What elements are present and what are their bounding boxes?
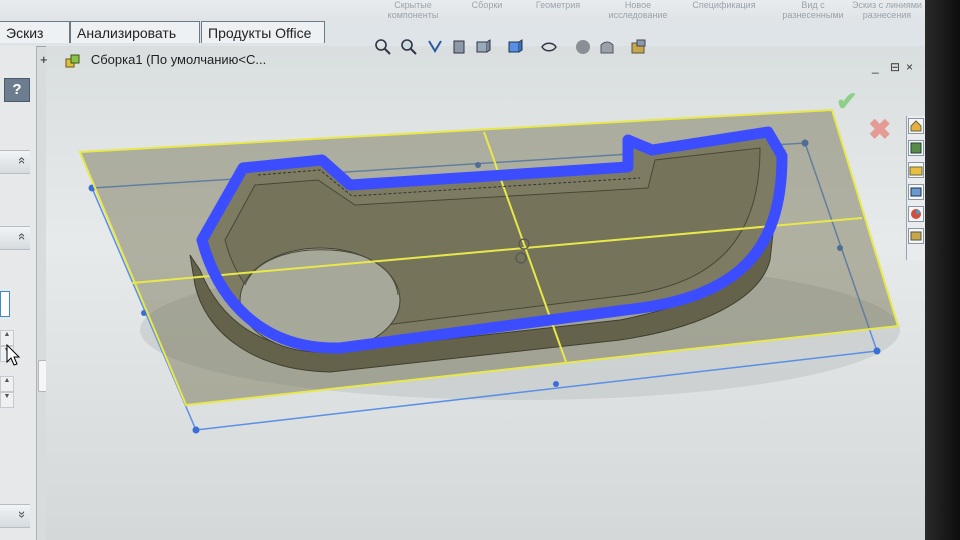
assembly-icon (65, 54, 80, 68)
view-palette-icon[interactable] (908, 184, 924, 200)
view-settings-icon[interactable] (629, 37, 649, 57)
section-view-icon[interactable] (449, 37, 469, 57)
mouse-cursor-icon (6, 344, 21, 366)
expand-toggle[interactable]: + (40, 52, 48, 67)
design-library-icon[interactable] (908, 140, 924, 156)
previous-view-icon[interactable] (425, 37, 445, 57)
handle-point[interactable] (192, 426, 200, 434)
restore-button[interactable]: ⊟ (890, 60, 900, 74)
feature-tree-row[interactable]: + Сборка1 (По умолчанию<С... (40, 50, 266, 70)
appearances-icon[interactable] (908, 206, 924, 222)
model-view[interactable] (0, 0, 925, 540)
monitor-bezel (925, 0, 960, 540)
custom-properties-icon[interactable] (908, 228, 924, 244)
minimize-button[interactable]: _ (872, 60, 879, 74)
task-pane (906, 116, 925, 260)
assembly-name[interactable]: Сборка1 (По умолчанию<С... (91, 52, 266, 67)
hide-show-icon[interactable] (539, 37, 559, 57)
display-style-icon[interactable] (505, 37, 525, 57)
solidworks-resources-icon[interactable] (908, 118, 924, 134)
apply-scene-icon[interactable] (597, 37, 617, 57)
handle-point[interactable] (553, 381, 559, 387)
zoom-to-fit-icon[interactable] (373, 37, 393, 57)
solidworks-window: Скрытые компоненты Сборки Геометрия Ново… (0, 0, 925, 540)
view-orientation-icon[interactable] (473, 37, 493, 57)
file-explorer-icon[interactable] (908, 162, 924, 178)
zoom-area-icon[interactable] (399, 37, 419, 57)
cancel-x-icon[interactable]: ✖ (868, 113, 891, 146)
handle-point[interactable] (873, 347, 881, 355)
edit-appearance-icon[interactable] (573, 37, 593, 57)
close-button[interactable]: × (906, 60, 913, 74)
accept-check-icon[interactable]: ✔ (836, 86, 858, 117)
